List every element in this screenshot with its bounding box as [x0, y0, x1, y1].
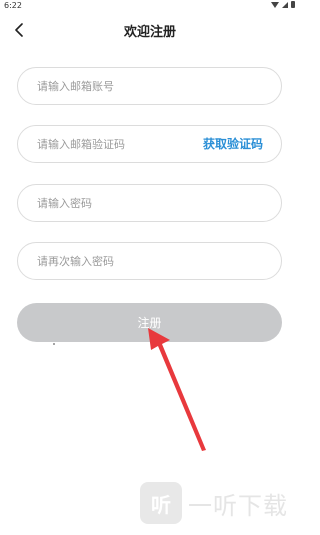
status-time: 6:22 — [4, 1, 22, 10]
password-input[interactable] — [37, 185, 187, 221]
status-bar: 6:22 — [0, 0, 300, 12]
status-icons — [271, 1, 295, 8]
stray-dot — [53, 343, 55, 345]
watermark: 听 一听下载 — [140, 480, 288, 526]
page-title: 欢迎注册 — [123, 25, 176, 40]
wifi-icon — [271, 1, 279, 8]
watermark-text: 一听下载 — [188, 491, 288, 520]
confirm-password-input[interactable] — [37, 243, 187, 279]
password-field[interactable] — [17, 184, 282, 222]
confirm-password-field[interactable] — [17, 242, 282, 280]
header: 欢迎注册 — [0, 14, 300, 46]
watermark-logo: 听 — [140, 482, 182, 524]
email-field[interactable] — [17, 67, 282, 105]
get-code-button[interactable]: 获取验证码 — [203, 126, 263, 162]
email-input[interactable] — [37, 68, 187, 104]
signal-icon — [282, 1, 288, 8]
verification-code-input[interactable] — [37, 126, 187, 162]
annotation-arrow-icon — [148, 328, 206, 451]
battery-icon — [291, 1, 295, 8]
verification-code-field[interactable]: 获取验证码 — [17, 125, 282, 163]
